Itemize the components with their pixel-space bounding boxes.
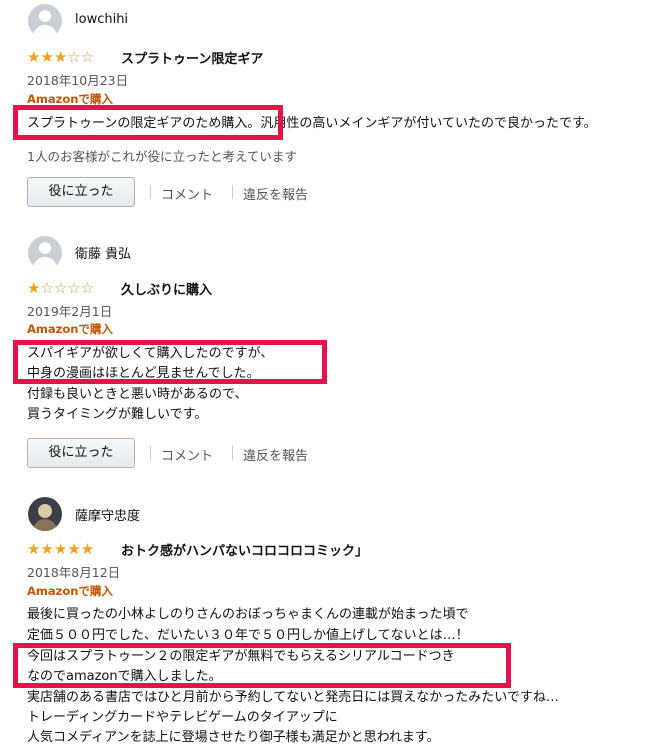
comment-link[interactable]: コメント bbox=[161, 184, 213, 203]
helpful-count: 1人のお客様がこれが役に立ったと考えています bbox=[27, 149, 297, 164]
avatar bbox=[28, 4, 62, 38]
report-abuse-link[interactable]: 違反を報告 bbox=[243, 445, 308, 464]
review-date: 2018年8月12日 bbox=[27, 565, 121, 580]
divider bbox=[150, 446, 151, 460]
review-title[interactable]: スプラトゥーン限定ギア bbox=[121, 48, 263, 67]
report-abuse-link[interactable]: 違反を報告 bbox=[243, 184, 308, 203]
reviewer-name[interactable]: 衛藤 貴弘 bbox=[75, 243, 131, 262]
helpful-button[interactable]: 役に立った bbox=[27, 438, 135, 468]
review-actions: 役に立った コメント 違反を報告 bbox=[27, 438, 427, 470]
star-rating[interactable]: ★☆☆☆☆ bbox=[27, 280, 94, 296]
divider bbox=[232, 446, 233, 460]
verified-purchase-badge: Amazonで購入 bbox=[27, 322, 113, 336]
divider bbox=[232, 185, 233, 199]
review-actions: 役に立った コメント 違反を報告 bbox=[27, 177, 427, 209]
reviewer-name[interactable]: lowchihi bbox=[75, 12, 128, 27]
divider bbox=[150, 185, 151, 199]
review-title[interactable]: 久しぶりに購入 bbox=[121, 279, 212, 298]
reviewer-name[interactable]: 薩摩守忠度 bbox=[75, 505, 140, 524]
highlight-box bbox=[13, 105, 283, 140]
star-rating[interactable]: ★★★★★ bbox=[27, 541, 94, 557]
helpful-button[interactable]: 役に立った bbox=[27, 177, 135, 207]
star-rating[interactable]: ★★★☆☆ bbox=[27, 49, 94, 65]
review-body-line: 最後に買ったの小林よしのりさんのおぼっちゃまくんの連載が始まった頃で bbox=[27, 607, 469, 622]
highlight-box bbox=[13, 643, 511, 688]
avatar bbox=[28, 497, 62, 531]
review-body-line: 付録も良いときと悪い時があるので、 bbox=[27, 387, 248, 402]
review-body-line: 実店舗のある書店ではひと月前から予約してないと発売日には買えなかったみたいですね… bbox=[27, 690, 559, 705]
verified-purchase-badge: Amazonで購入 bbox=[27, 584, 113, 598]
review-body-line: 買うタイミングが難しいです。 bbox=[27, 407, 208, 422]
avatar bbox=[28, 236, 62, 270]
review-date: 2019年2月1日 bbox=[27, 304, 113, 319]
review-body-line: 人気コメディアンを誌上に登場させたり御子様も満足かと思われます。 bbox=[27, 730, 440, 745]
review-title[interactable]: おトク感がハンパないコロコロコミック」 bbox=[121, 540, 368, 559]
highlight-box bbox=[13, 340, 327, 384]
comment-link[interactable]: コメント bbox=[161, 445, 213, 464]
review-body-line: トレーディングカードやテレビゲームのタイアップに bbox=[27, 710, 338, 725]
review-date: 2018年10月23日 bbox=[27, 73, 129, 88]
